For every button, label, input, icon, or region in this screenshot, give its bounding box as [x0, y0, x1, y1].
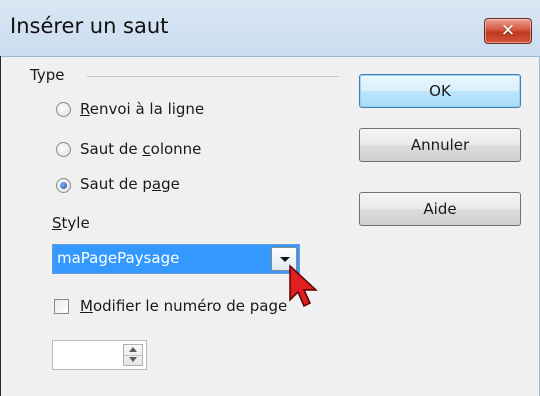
- spin-divider: [124, 355, 142, 356]
- close-icon: ✕: [500, 21, 516, 41]
- radio-column-break-label: Saut de colonne: [80, 140, 202, 158]
- window-left-border: [0, 56, 1, 396]
- change-page-number-label: Modifier le numéro de page: [80, 297, 288, 315]
- ok-button[interactable]: OK: [359, 74, 521, 108]
- radio-page-break-control[interactable]: [56, 178, 71, 193]
- page-number-stepper[interactable]: [123, 344, 143, 366]
- type-group-separator: [87, 76, 339, 77]
- page-number-spinfield[interactable]: [52, 340, 147, 370]
- change-page-number-checkbox[interactable]: [54, 299, 69, 314]
- radio-line-break-label: Renvoi à la ligne: [80, 100, 205, 118]
- cancel-button[interactable]: Annuler: [359, 128, 521, 162]
- spin-up-icon[interactable]: [129, 347, 137, 352]
- style-combobox-value: maPagePaysage: [57, 249, 180, 267]
- radio-line-break-control[interactable]: [56, 102, 71, 117]
- help-button[interactable]: Aide: [359, 192, 521, 226]
- close-button[interactable]: ✕: [484, 18, 532, 44]
- style-label: Style: [52, 214, 90, 232]
- radio-column-break-control[interactable]: [56, 142, 71, 157]
- mouse-cursor-icon: [289, 264, 318, 308]
- radio-page-break-label: Saut de page: [80, 175, 180, 193]
- type-group-label: Type: [30, 66, 65, 84]
- dialog-title: Insérer un saut: [10, 14, 169, 38]
- spin-down-icon[interactable]: [129, 357, 137, 362]
- title-bar: Insérer un saut ✕: [0, 0, 540, 57]
- style-combobox[interactable]: maPagePaysage: [52, 244, 300, 274]
- insert-break-dialog: Insérer un saut ✕ Type Renvoi à la ligne…: [0, 0, 540, 396]
